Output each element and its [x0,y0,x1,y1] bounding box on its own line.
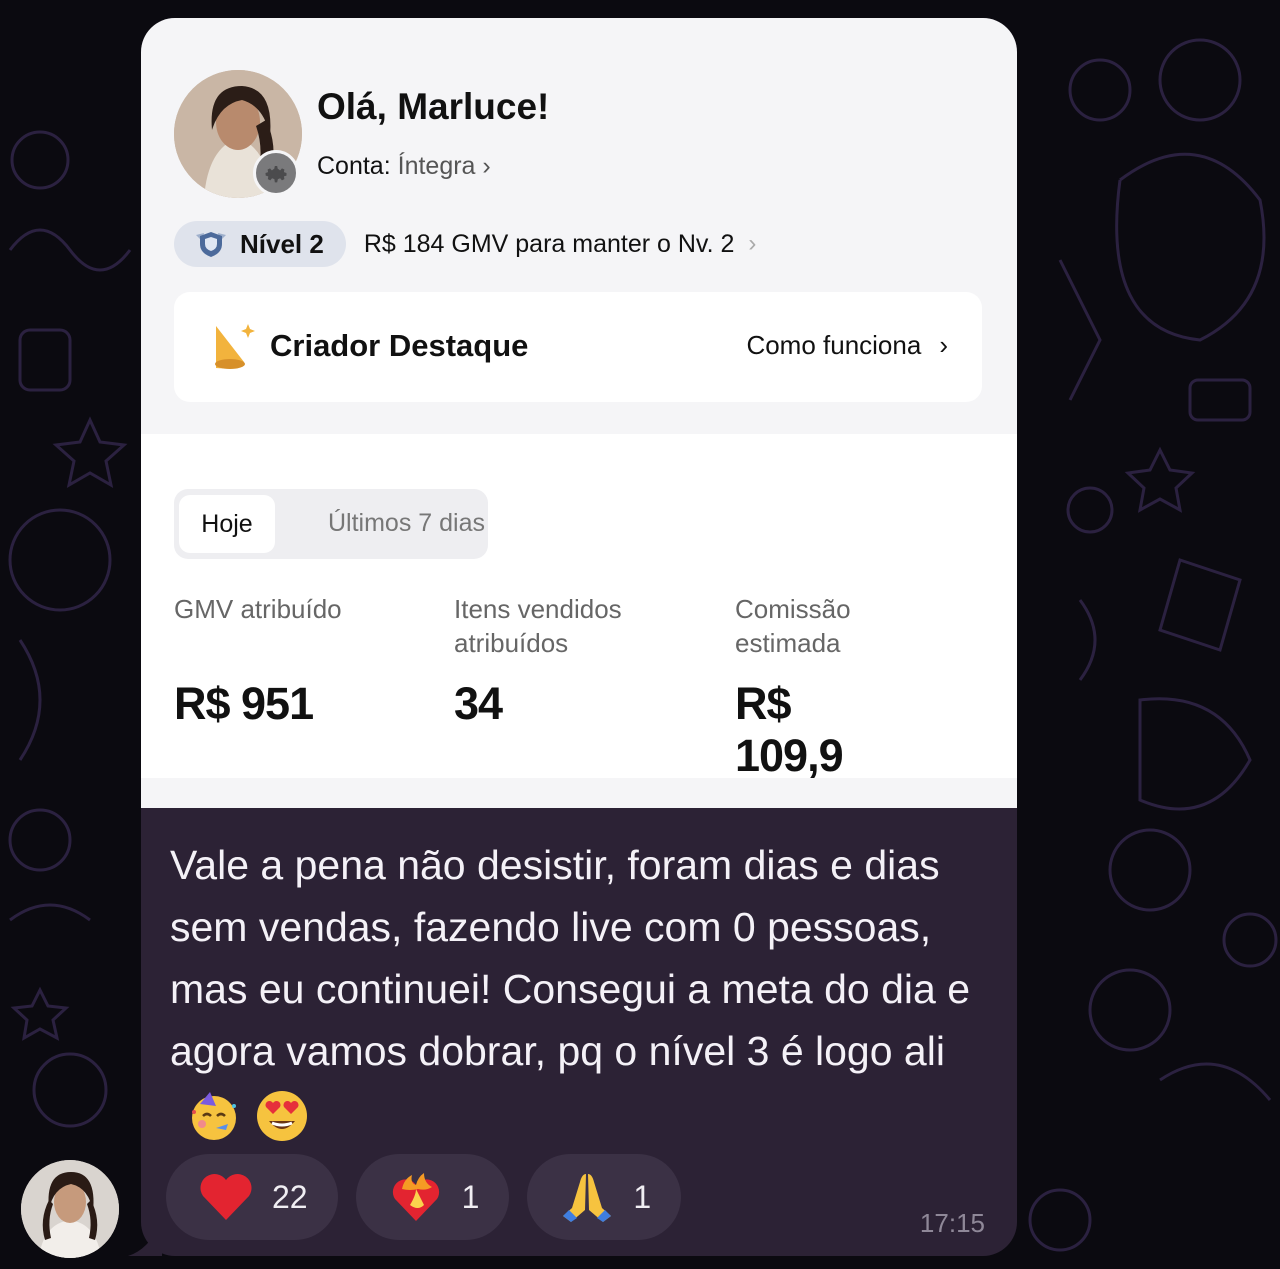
heart-on-fire-icon [392,1173,439,1221]
reaction-count: 1 [461,1178,480,1215]
bubble-tail [128,1222,162,1256]
stat-value: R$ 109,9 [735,678,844,781]
message-bubble: Olá, Marluce! Conta: Íntegra › Nível 2 R… [141,18,1017,1256]
level-message: R$ 184 GMV para manter o Nv. 2 [363,229,735,258]
level-row[interactable]: Nível 2 R$ 184 GMV para manter o Nv. 2 › [174,220,756,268]
creator-title: Criador Destaque [270,328,529,363]
shield-badge-icon [196,232,226,257]
message-text: Vale a pena não desistir, foram dias e d… [170,834,1000,1144]
greeting-title: Olá, Marluce! [317,86,550,127]
stat-gmv: GMV atribuído R$ 951 [174,592,404,729]
chevron-right-icon: › [748,230,757,257]
account-status[interactable]: Conta: Íntegra › [317,152,491,181]
stat-label: Itens vendidos atribuídos [454,594,622,658]
reaction-count: 22 [272,1178,308,1215]
message-body: Vale a pena não desistir, foram dias e d… [170,842,971,1074]
how-it-works-link[interactable]: Como funciona › [746,330,948,361]
stats-panel: Hoje Últimos 7 dias GMV atribuído R$ 951… [141,434,1017,781]
stat-label: GMV atribuído [174,594,342,624]
tab-today[interactable]: Hoje [179,495,275,553]
party-hat-icon [215,324,255,369]
reaction-folded-hands[interactable]: 1 [527,1154,682,1240]
level-label: Nível 2 [240,228,324,259]
reaction-heart[interactable]: 22 [166,1154,338,1240]
stat-items-sold: Itens vendidos atribuídos 34 [454,592,664,729]
tab-last-7-days[interactable]: Últimos 7 dias [328,509,485,538]
how-it-works-label: Como funciona [746,330,922,360]
stat-label: Comissão estimada [735,594,851,658]
folded-hands-icon [563,1174,612,1222]
red-heart-icon [200,1173,252,1220]
period-tabs: Hoje Últimos 7 dias [174,489,488,559]
reactions-bar: 22 1 1 [166,1154,682,1240]
screenshot-image[interactable]: Olá, Marluce! Conta: Íntegra › Nível 2 R… [141,18,1017,808]
level-badge: Nível 2 [174,221,346,267]
account-label: Conta: [317,152,391,180]
heart-eyes-emoji [257,1091,307,1142]
stat-value: 34 [454,678,503,729]
stat-commission: Comissão estimada R$ 109,9 [735,592,905,781]
sender-avatar[interactable] [21,1160,119,1258]
chevron-right-icon: › [482,152,491,180]
reaction-count: 1 [633,1178,652,1215]
card-divider [141,778,1017,808]
reaction-heart-on-fire[interactable]: 1 [355,1154,510,1240]
settings-gear-icon[interactable] [253,150,299,196]
account-value: Íntegra [397,152,476,180]
stat-value: R$ 951 [174,678,314,729]
message-timestamp: 17:15 [919,1208,985,1238]
chevron-right-icon: › [939,330,948,360]
creator-highlight-card[interactable]: Criador Destaque Como funciona › [174,292,982,402]
partying-face-emoji [192,1092,236,1141]
